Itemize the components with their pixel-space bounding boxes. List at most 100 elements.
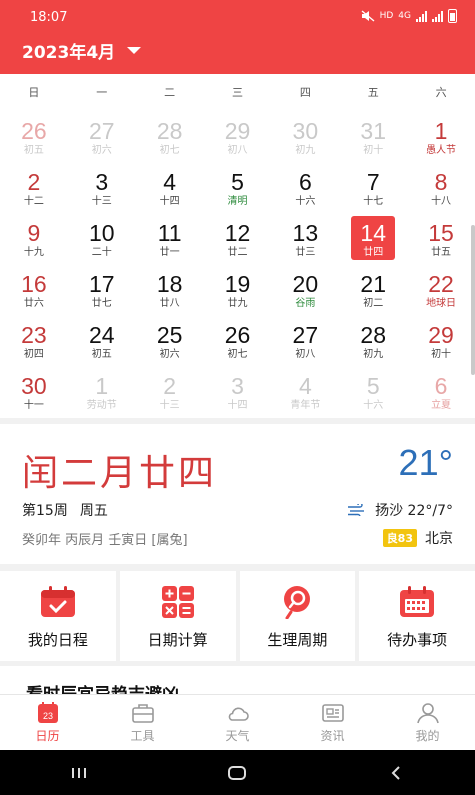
day-cell[interactable]: 13 廿三 bbox=[271, 212, 339, 263]
calendar-app-screen: 18:07 HD 4G 2023年4月 日一二三四五六 26 初五 27 初六 28 初七… bbox=[0, 0, 475, 795]
day-number: 28 bbox=[360, 322, 386, 348]
day-cell[interactable]: 18 廿八 bbox=[136, 263, 204, 314]
day-cell[interactable]: 3 十三 bbox=[68, 161, 136, 212]
day-cell[interactable]: 23 初四 bbox=[0, 314, 68, 365]
day-cell[interactable]: 22 地球日 bbox=[407, 263, 475, 314]
day-cell-today[interactable]: 14 廿四 bbox=[339, 212, 407, 263]
recent-apps-button[interactable] bbox=[59, 758, 99, 788]
day-cell[interactable]: 29 初八 bbox=[204, 110, 272, 161]
day-cell[interactable]: 11 廿一 bbox=[136, 212, 204, 263]
day-number: 5 bbox=[366, 373, 380, 399]
weekday-label: 六 bbox=[435, 86, 447, 99]
day-cell[interactable]: 31 初十 bbox=[339, 110, 407, 161]
day-cell[interactable]: 27 初六 bbox=[68, 110, 136, 161]
air-quality-line[interactable]: 良83 北京 bbox=[382, 528, 453, 548]
day-cell[interactable]: 19 廿九 bbox=[204, 263, 272, 314]
lunar-label: 十二 bbox=[23, 196, 44, 207]
tool-todo[interactable]: 待办事项 bbox=[359, 571, 475, 661]
day-cell[interactable]: 2 十三 bbox=[136, 365, 204, 416]
day-number: 21 bbox=[360, 271, 386, 297]
day-cell[interactable]: 27 初八 bbox=[271, 314, 339, 365]
day-number: 6 bbox=[298, 169, 312, 195]
day-cell[interactable]: 29 初十 bbox=[407, 314, 475, 365]
day-cell[interactable]: 2 十二 bbox=[0, 161, 68, 212]
day-cell[interactable]: 5 十六 bbox=[339, 365, 407, 416]
day-cell[interactable]: 25 初六 bbox=[136, 314, 204, 365]
tab-calendar[interactable]: 23 日历 bbox=[0, 695, 95, 750]
day-cell[interactable]: 26 初七 bbox=[204, 314, 272, 365]
weather-summary[interactable]: 扬沙 22°/7° bbox=[347, 500, 453, 520]
day-cell[interactable]: 9 十九 bbox=[0, 212, 68, 263]
cycle-icon bbox=[284, 586, 311, 619]
day-cell[interactable]: 7 十七 bbox=[339, 161, 407, 212]
tab-profile[interactable]: 我的 bbox=[380, 695, 475, 750]
day-cell[interactable]: 15 廿五 bbox=[407, 212, 475, 263]
day-number: 20 bbox=[292, 271, 319, 297]
day-cell[interactable]: 28 初七 bbox=[136, 110, 204, 161]
day-number: 24 bbox=[88, 322, 115, 348]
temperature[interactable]: 21° bbox=[399, 442, 453, 484]
tab-weather[interactable]: 天气 bbox=[190, 695, 285, 750]
tab-label: 我的 bbox=[415, 729, 440, 743]
tab-calendar-badge: 23 bbox=[42, 711, 52, 721]
day-cell[interactable]: 1 愚人节 bbox=[407, 110, 475, 161]
lunar-label: 廿五 bbox=[431, 247, 452, 258]
day-cell[interactable]: 17 廿七 bbox=[68, 263, 136, 314]
tool-date-calc[interactable]: 日期计算 bbox=[119, 571, 236, 661]
day-number: 29 bbox=[428, 322, 454, 348]
signal-icon bbox=[416, 10, 427, 22]
lunar-label: 初七 bbox=[159, 145, 180, 156]
day-cell[interactable]: 20 谷雨 bbox=[271, 263, 339, 314]
day-number: 17 bbox=[88, 271, 115, 297]
day-cell[interactable]: 30 初九 bbox=[271, 110, 339, 161]
day-cell[interactable]: 12 廿二 bbox=[204, 212, 272, 263]
tab-news[interactable]: 资讯 bbox=[285, 695, 380, 750]
weekday-header: 日一二三四五六 bbox=[0, 74, 475, 110]
lunar-label: 廿八 bbox=[159, 298, 180, 309]
lunar-label: 十四 bbox=[159, 196, 180, 207]
day-number: 29 bbox=[224, 118, 251, 144]
day-cell[interactable]: 10 二十 bbox=[68, 212, 136, 263]
day-cell[interactable]: 6 立夏 bbox=[407, 365, 475, 416]
day-cell[interactable]: 28 初九 bbox=[339, 314, 407, 365]
lunar-label: 初八 bbox=[295, 349, 316, 360]
tab-tools[interactable]: 工具 bbox=[95, 695, 190, 750]
day-cell[interactable]: 8 十八 bbox=[407, 161, 475, 212]
day-cell[interactable]: 24 初五 bbox=[68, 314, 136, 365]
day-cell[interactable]: 6 十六 bbox=[271, 161, 339, 212]
home-button[interactable] bbox=[217, 758, 257, 788]
weather-icon bbox=[228, 707, 249, 721]
weekday-label: 四 bbox=[299, 86, 311, 99]
day-number: 30 bbox=[21, 373, 47, 399]
day-cell[interactable]: 30 十一 bbox=[0, 365, 68, 416]
tools-row: 我的日程 日期计算 生理周期 待办事项 bbox=[0, 571, 475, 661]
back-icon bbox=[391, 765, 400, 780]
air-quality-badge: 良83 bbox=[382, 529, 417, 547]
day-cell[interactable]: 1 劳动节 bbox=[68, 365, 136, 416]
tool-schedule[interactable]: 我的日程 bbox=[0, 571, 116, 661]
day-number: 19 bbox=[224, 271, 251, 297]
day-number: 16 bbox=[21, 271, 47, 297]
day-cell[interactable]: 21 初二 bbox=[339, 263, 407, 314]
month-calendar: 日一二三四五六 26 初五 27 初六 28 初七 29 初八 30 初九 31 初十 1 愚人节 2 十二 3… bbox=[0, 74, 475, 418]
day-cell[interactable]: 5 清明 bbox=[204, 161, 272, 212]
lunar-label: 初七 bbox=[227, 349, 248, 360]
week-line: 第15周 周五 bbox=[22, 500, 108, 520]
day-number: 30 bbox=[292, 118, 319, 144]
day-number: 9 bbox=[27, 220, 41, 246]
day-number: 12 bbox=[224, 220, 251, 246]
month-selector[interactable]: 2023年4月 bbox=[22, 38, 142, 63]
lunar-label: 初五 bbox=[91, 349, 112, 360]
scrollbar[interactable] bbox=[471, 225, 475, 375]
day-cell[interactable]: 16 廿六 bbox=[0, 263, 68, 314]
day-number: 27 bbox=[292, 322, 319, 348]
day-number: 4 bbox=[163, 169, 177, 195]
tool-cycle[interactable]: 生理周期 bbox=[239, 571, 356, 661]
lunar-label: 初十 bbox=[363, 145, 384, 156]
lunar-label: 立夏 bbox=[431, 400, 452, 411]
day-cell[interactable]: 3 十四 bbox=[204, 365, 272, 416]
day-cell[interactable]: 26 初五 bbox=[0, 110, 68, 161]
day-cell[interactable]: 4 青年节 bbox=[271, 365, 339, 416]
back-button[interactable] bbox=[376, 758, 416, 788]
day-cell[interactable]: 4 十四 bbox=[136, 161, 204, 212]
